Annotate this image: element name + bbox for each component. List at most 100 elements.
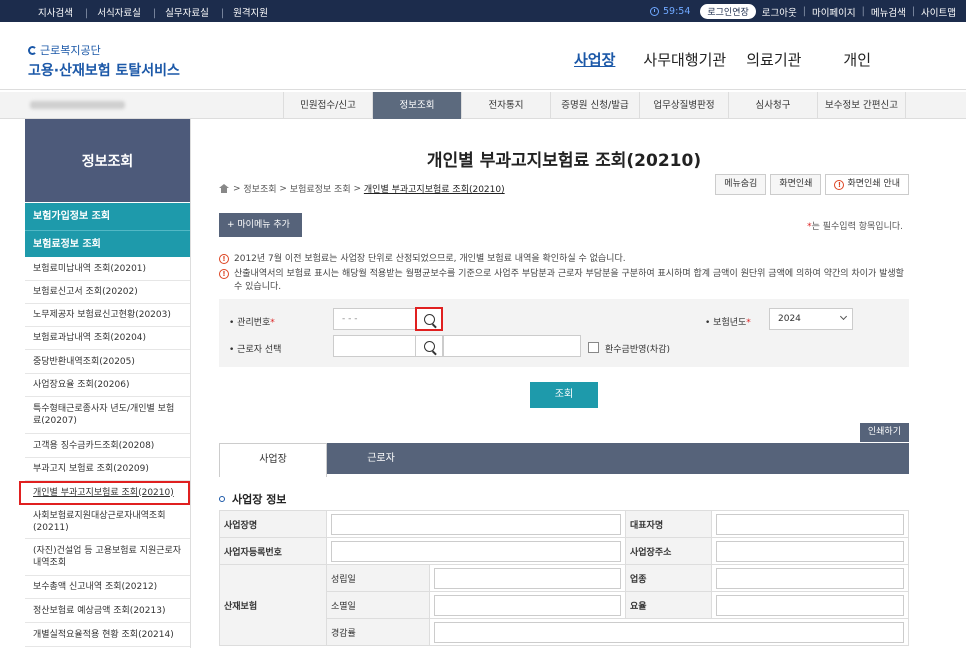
nav-medical[interactable]: 의료기관 xyxy=(746,49,801,70)
regno-field[interactable] xyxy=(331,540,621,562)
sub-header-cell: 경감률 xyxy=(326,618,430,646)
branch-search-link[interactable]: 지사검색 xyxy=(38,8,73,19)
breadcrumb-current: 개인별 부과고지보험료 조회(20210) xyxy=(363,185,505,195)
timer-value: 59:54 xyxy=(662,6,691,17)
submenu-wage[interactable]: 보수정보 간편신고 xyxy=(817,92,906,119)
print-button[interactable]: 인쇄하기 xyxy=(859,423,909,442)
tab-business[interactable]: 사업장 xyxy=(219,443,327,477)
header-cell: 산재보험 xyxy=(219,564,327,646)
value-cell xyxy=(429,564,626,592)
mgmt-number-input[interactable]: - - - xyxy=(333,308,416,330)
home-icon[interactable] xyxy=(219,184,229,193)
alert-icon: ! xyxy=(219,254,229,264)
sidebar-item[interactable]: 보험료신고서 조회(20202) xyxy=(25,281,190,304)
extend-login-button[interactable]: 로그인연장 xyxy=(700,4,756,19)
sidebar-item[interactable]: 노무제공자 보험료신고현황(20203) xyxy=(25,304,190,327)
sub-header-cell: 소멸일 xyxy=(326,591,430,619)
sidebar-item[interactable]: 개별실적요율적용 현황 조회(20214) xyxy=(25,623,190,647)
nav-agency[interactable]: 사무대행기관 xyxy=(643,49,726,70)
refund-checkbox[interactable] xyxy=(588,342,599,353)
refund-label: 환수금반영(차감) xyxy=(605,345,670,355)
submenu-info[interactable]: 정보조회 xyxy=(372,92,461,119)
sidebar-item[interactable]: 사회보험료지원대상근로자내역조회 (20211) xyxy=(25,505,190,539)
practice-library-link[interactable]: 실무자료실 xyxy=(165,8,209,19)
sidebar-item[interactable]: 고객용 징수금카드조회(20208) xyxy=(25,434,190,458)
top-utility-bar: 지사검색 | 서식자료실 | 실무자료실 | 원격지원 59:54 로그인연장 로그아… xyxy=(0,0,966,22)
sidebar-item[interactable]: 보수총액 신고내역 조회(20212) xyxy=(25,576,190,599)
site-logo[interactable]: 근로복지공단 고용·산재보험 토탈서비스 xyxy=(28,42,180,80)
sidebar-title: 정보조회 xyxy=(25,119,190,202)
header-cell: 사업장명 xyxy=(219,510,327,538)
mgmt-number-label: • 관리번호* xyxy=(229,318,275,328)
nav-personal[interactable]: 개인 xyxy=(843,49,871,70)
mypage-link[interactable]: 마이페이지 xyxy=(812,5,856,19)
sidebar-item[interactable]: 사업장요율 조회(20206) xyxy=(25,374,190,397)
print-screen-button[interactable]: 화면인쇄 xyxy=(770,174,822,195)
search-button[interactable]: 조회 xyxy=(530,382,598,408)
breadcrumb-item[interactable]: 정보조회 xyxy=(243,182,276,195)
submenu-certificate[interactable]: 증명원 신청/발급 xyxy=(550,92,639,119)
submenu-disease[interactable]: 업무상질병판정 xyxy=(639,92,728,119)
submenu-notice[interactable]: 전자통지 xyxy=(461,92,550,119)
sidebar-item[interactable]: 중당반환내역조회(20205) xyxy=(25,350,190,374)
site-header: 근로복지공단 고용·산재보험 토탈서비스 사업장 사무대행기관 의료기관 개인 xyxy=(0,22,966,90)
sidebar-group-subscription[interactable]: 보험가입정보 조회 xyxy=(25,203,190,230)
logout-link[interactable]: 로그아웃 xyxy=(762,5,797,19)
business-info-table: 사업장명 대표자명 사업자등록번호 사업장주소 산재보험 성립일 업종 소멸일 … xyxy=(219,510,909,646)
menu-search-link[interactable]: 메뉴검색 xyxy=(871,5,906,19)
mgmt-search-button[interactable] xyxy=(415,307,443,331)
table-row: 사업자등록번호 사업장주소 xyxy=(219,537,909,565)
business-name-field[interactable] xyxy=(331,513,621,535)
worker-search-button[interactable] xyxy=(415,335,443,357)
required-note-text: 는 필수입력 항목입니다. xyxy=(811,222,903,232)
worker-name-field[interactable] xyxy=(443,335,581,357)
remote-support-link[interactable]: 원격지원 xyxy=(233,8,268,19)
forms-library-link[interactable]: 서식자료실 xyxy=(97,8,141,19)
dissolved-date-field[interactable] xyxy=(434,594,621,616)
header-cell: 업종 xyxy=(625,564,712,592)
sidebar-item[interactable]: 부과고지 보험료 조회(20209) xyxy=(25,458,190,481)
sidebar-item[interactable]: 보험료미납내역 조회(20201) xyxy=(25,257,190,281)
main-nav: 사업장 사무대행기관 의료기관 개인 xyxy=(574,49,891,70)
clock-icon xyxy=(649,7,659,16)
year-value: 2024 xyxy=(778,314,801,324)
sidebar-item[interactable]: 보험료과납내역 조회(20204) xyxy=(25,327,190,350)
sitemap-link[interactable]: 사이트맵 xyxy=(921,5,956,19)
chevron-down-icon xyxy=(839,312,848,321)
tab-bar: 사업장 근로자 xyxy=(219,443,909,477)
value-cell xyxy=(711,510,909,538)
notice-2: ! 산출내역서의 보험료 표시는 해당월 적용받는 월평균보수를 기준으로 사업주… xyxy=(219,268,909,294)
logo-main-rest: 토탈서비스 xyxy=(110,63,180,79)
search-icon xyxy=(423,313,435,325)
business-type-field[interactable] xyxy=(716,567,904,589)
breadcrumb-item[interactable]: 보험료정보 조회 xyxy=(290,182,351,195)
tab-worker[interactable]: 근로자 xyxy=(327,443,435,474)
address-field[interactable] xyxy=(716,540,904,562)
submenu-civil[interactable]: 민원접수/신고 xyxy=(283,92,372,119)
print-guide-label: 화면인쇄 안내 xyxy=(847,179,900,189)
insurance-year-select[interactable]: 2024 xyxy=(769,308,853,330)
header-cell: 사업장주소 xyxy=(625,537,712,565)
alert-icon: ! xyxy=(219,269,229,279)
sidebar-item[interactable]: 정산보험료 예상금액 조회(20213) xyxy=(25,599,190,623)
worker-select-label: • 근로자 선택 xyxy=(229,345,282,355)
value-cell xyxy=(326,510,626,538)
nav-business[interactable]: 사업장 xyxy=(574,49,615,70)
reduction-field[interactable] xyxy=(434,621,904,643)
hide-menu-button[interactable]: 메뉴숨김 xyxy=(715,174,767,195)
rate-field[interactable] xyxy=(716,594,904,616)
search-form: • 관리번호* - - - • 보험년도* 2024 • 근로자 선택 환수금반… xyxy=(219,299,909,367)
established-date-field[interactable] xyxy=(434,567,621,589)
print-guide-button[interactable]: ! 화면인쇄 안내 xyxy=(825,174,909,195)
sidebar-item[interactable]: 특수형태근로종사자 년도/개인별 보험료(20207) xyxy=(25,397,190,434)
submenu-appeal[interactable]: 심사청구 xyxy=(728,92,817,119)
sidebar-group-premium[interactable]: 보험료정보 조회 xyxy=(25,230,190,257)
worker-input[interactable] xyxy=(333,335,416,357)
add-mymenu-button[interactable]: + 마이메뉴 추가 xyxy=(219,213,302,237)
header-cell: 요율 xyxy=(625,591,712,619)
sidebar-item[interactable]: (자진)건설업 등 고용보험료 지원근로자 내역조회 xyxy=(25,539,190,576)
sidebar-item-selected[interactable]: 개인별 부과고지보험료 조회(20210) xyxy=(19,481,190,505)
header-cell: 대표자명 xyxy=(625,510,712,538)
blurred-company-name xyxy=(30,101,125,109)
rep-name-field[interactable] xyxy=(716,513,904,535)
